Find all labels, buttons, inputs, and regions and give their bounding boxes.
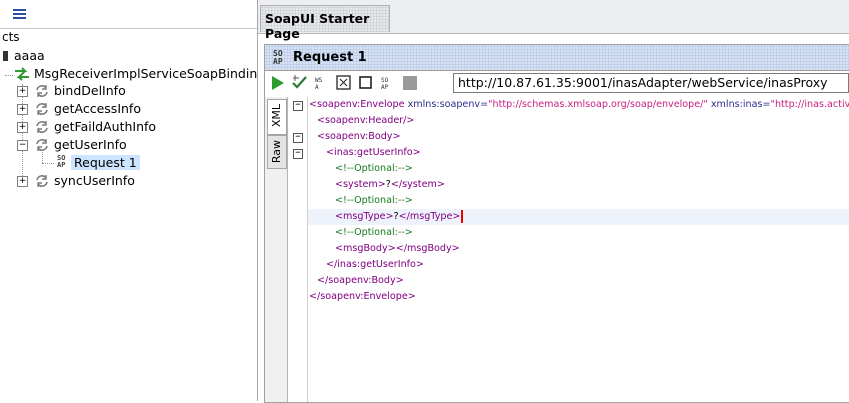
xml-line-envelope-open: <soapenv:Envelope xmlns:soapenv="http://… <box>309 97 849 113</box>
svg-text:WS: WS <box>315 77 323 84</box>
soap-logo-bottom: AP <box>273 57 283 66</box>
editor-view-tabs: XML Raw <box>265 97 288 402</box>
xml-line-system: <system>?</system> <box>335 177 445 193</box>
cancel-icon[interactable] <box>401 74 419 92</box>
soap-logo-icon: SO AP <box>273 50 283 66</box>
validate-icon[interactable] <box>291 74 309 92</box>
xml-tag: <msgType> <box>335 211 394 222</box>
wsa-icon[interactable]: WS A <box>313 74 331 92</box>
svg-text:AP: AP <box>381 84 389 91</box>
tree-connector <box>5 75 13 76</box>
soap-icon-bottom: AP <box>57 161 66 169</box>
run-icon[interactable] <box>269 74 287 92</box>
request-title: Request 1 <box>293 50 367 65</box>
fold-gutter: − − − <box>289 97 308 402</box>
xml-tag: <system> <box>335 179 386 190</box>
expand-icon[interactable]: + <box>17 86 28 97</box>
xml-eq: = <box>480 99 489 110</box>
xml-bracket: < <box>309 99 318 110</box>
operation-label: bindDelInfo <box>54 83 126 98</box>
fold-collapse-icon[interactable]: − <box>293 101 303 111</box>
interface-icon <box>15 67 29 81</box>
xml-comment: <!--Optional:--> <box>335 163 413 174</box>
navigator-header: cts <box>2 30 20 44</box>
list-icon[interactable] <box>13 9 26 19</box>
tree-connector <box>42 163 54 164</box>
tab-raw[interactable]: Raw <box>267 135 287 169</box>
xml-attr-value: "http://inas.active. <box>770 99 849 110</box>
xml-line: <inas:getUserInfo> <box>326 147 421 158</box>
operation-cycle-icon <box>36 175 48 187</box>
operation-label: getFaildAuthInfo <box>54 119 157 134</box>
xml-eq: = <box>762 99 771 110</box>
xml-tag: soapenv:Envelope <box>317 99 405 110</box>
fold-collapse-icon[interactable]: − <box>293 133 303 143</box>
operation-cycle-icon <box>36 139 48 151</box>
text-caret <box>461 209 464 223</box>
operation-label: getAccessInfo <box>54 101 141 116</box>
tab-xml-label: XML <box>270 104 283 128</box>
request-toolbar: WS A SO AP http://10.87.61.35:9001/inasA… <box>265 71 849 95</box>
xml-line: </inas:getUserInfo> <box>326 259 424 270</box>
tab-label: SoapUI Starter Page <box>265 11 370 41</box>
xml-line: <soapenv:Body> <box>317 131 401 142</box>
operation-cycle-icon <box>36 103 48 115</box>
operation-label: getUserInfo <box>54 137 127 152</box>
project-aaaa[interactable]: aaaa <box>14 47 45 65</box>
xml-comment: <!--Optional:--> <box>335 227 413 238</box>
xml-tag: <msgBody> <box>335 243 396 254</box>
xml-comment: <!--Optional:--> <box>335 195 413 206</box>
operation-label: syncUserInfo <box>54 173 135 188</box>
project-icon <box>3 51 8 61</box>
expand-icon[interactable]: + <box>17 104 28 115</box>
operation-cycle-icon <box>36 85 48 97</box>
expand-icon[interactable]: + <box>17 176 28 187</box>
xml-line-msgtype-current: <msgType>?</msgType> <box>308 209 849 225</box>
xml-editor[interactable]: − − − <soapenv:Envelope xmlns:soapenv="h… <box>289 97 849 402</box>
interface-item[interactable]: MsgReceiverImplServiceSoapBinding <box>34 65 265 83</box>
tree-connector <box>42 152 43 163</box>
endpoint-url-input[interactable]: http://10.87.61.35:9001/inasAdapter/webS… <box>453 73 849 93</box>
format-icon[interactable] <box>335 74 353 92</box>
xml-attr: xmlns:inas <box>710 99 763 110</box>
svg-text:SO: SO <box>381 77 389 84</box>
navigator-toolbar <box>0 0 257 29</box>
xml-tag: </msgType> <box>398 211 461 222</box>
svg-text:A: A <box>315 84 319 91</box>
request-editor-window: SO AP Request 1 WS A SO AP http://10.87.… <box>264 44 849 403</box>
xml-line: </soapenv:Body> <box>317 275 404 286</box>
project-label: aaaa <box>14 48 45 63</box>
tab-xml[interactable]: XML <box>267 99 287 135</box>
tab-starter-page[interactable]: SoapUI Starter Page <box>260 5 390 41</box>
settings-icon[interactable]: SO AP <box>379 74 397 92</box>
operation-cycle-icon <box>36 121 48 133</box>
xml-tag: </system> <box>390 179 445 190</box>
tree-connector <box>22 84 23 182</box>
tab-bar: SoapUI Starter Page <box>258 0 849 41</box>
xml-line-msgbody: <msgBody></msgBody> <box>335 241 460 257</box>
xml-line: <soapenv:Header/> <box>317 115 415 126</box>
collapse-icon[interactable]: − <box>17 140 28 151</box>
request-label: Request 1 <box>71 155 140 170</box>
xml-tag: </msgBody> <box>395 243 460 254</box>
soap-request-icon: SO AP <box>57 155 65 169</box>
tab-raw-label: Raw <box>270 140 283 164</box>
xml-attr-value: "http://schemas.xmlsoap.org/soap/envelop… <box>488 99 708 110</box>
request-title-bar[interactable]: SO AP Request 1 <box>265 45 849 71</box>
stop-icon[interactable] <box>357 74 375 92</box>
xml-attr: xmlns:soapenv <box>407 99 481 110</box>
tree-item-request-1[interactable]: Request 1 <box>71 154 140 172</box>
workspace: SoapUI Starter Page SO AP Request 1 WS A <box>258 0 849 403</box>
expand-icon[interactable]: + <box>17 122 28 133</box>
interface-label: MsgReceiverImplServiceSoapBinding <box>34 66 266 81</box>
navigator-panel: cts aaaa MsgReceiverImplServiceSoapBindi… <box>0 0 265 401</box>
fold-collapse-icon[interactable]: − <box>293 149 303 159</box>
xml-line: </soapenv:Envelope> <box>309 291 416 302</box>
